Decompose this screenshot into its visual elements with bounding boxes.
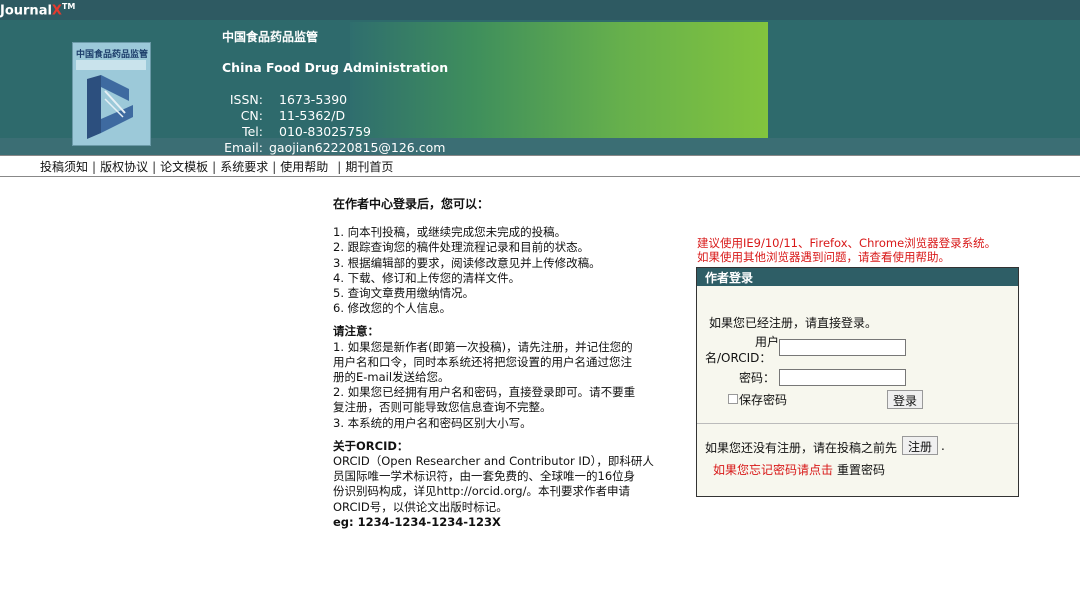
email-row: Email: gaojian62220815@126.com [224, 140, 446, 155]
orcid-title: 关于ORCID： [333, 438, 409, 453]
register-prompt: 如果您还没有注册，请在投稿之前先 [705, 441, 898, 455]
nav-separator: | [337, 160, 342, 174]
login-divider [697, 423, 1018, 424]
header-banner-gradient [350, 22, 768, 138]
nav-submission-guide[interactable]: 投稿须知 [40, 160, 88, 174]
notice-line: 复注册，否则可能导致您信息查询不完整。 [333, 400, 552, 415]
issn-row: ISSN: 1673-5390 [229, 92, 348, 107]
orcid-line: ORCID号，以供论文出版时标记。 [333, 499, 508, 514]
top-navigation: 投稿须知 | 版权协议 | 论文模板 | 系统要求 | 使用帮助 | 期刊首页 [0, 155, 1080, 177]
top-bar: JournalXTM [0, 0, 1080, 20]
orcid-example: eg: 1234-1234-1234-123X [333, 514, 501, 529]
nav-copyright-agreement[interactable]: 版权协议 [100, 160, 148, 174]
password-input[interactable] [779, 369, 906, 386]
author-center-info: 在作者中心登录后，您可以： 1. 向本刊投稿，或继续完成您未完成的投稿。 2. … [333, 197, 663, 538]
nav-paper-template[interactable]: 论文模板 [160, 160, 208, 174]
login-panel-title: 作者登录 [697, 268, 1018, 286]
username-label-2: 名/ORCID： [705, 351, 772, 365]
orcid-section: 关于ORCID： ORCID（Open Researcher and Contr… [333, 439, 663, 530]
list-item: 6. 修改您的个人信息。 [333, 301, 452, 316]
orcid-line: 员国际唯一学术标识符，由一套免费的、全球唯一的16位身 [333, 469, 636, 484]
password-label: 密码： [739, 371, 776, 385]
journal-title-cn: 中国食品药品监管 [222, 30, 319, 44]
forgot-password-text: 如果您忘记密码请点击 [713, 463, 834, 477]
register-suffix: . [941, 439, 945, 453]
browser-warning: 建议使用IE9/10/11、Firefox、Chrome浏览器登录系统。 如果使… [697, 236, 1019, 264]
nav-journal-home[interactable]: 期刊首页 [345, 160, 393, 174]
list-item: 4. 下载、修订和上传您的清样文件。 [333, 270, 521, 285]
nav-system-requirements[interactable]: 系统要求 [220, 160, 268, 174]
notice-line: 册的E-mail发送给您。 [333, 370, 450, 385]
notice-line: 3. 本系统的用户名和密码区别大小写。 [333, 415, 532, 430]
notice-line: 1. 如果您是新作者(即第一次投稿)，请先注册，并记住您的 [333, 339, 633, 354]
remember-password-label: 保存密码 [739, 393, 788, 407]
cover-band [76, 60, 146, 70]
username-label-1: 用户 [755, 335, 780, 349]
author-login-panel: 作者登录 如果您已经注册，请直接登录。 用户 名/ORCID： 密码： 保存密码… [696, 267, 1019, 497]
register-button[interactable]: 注册 [902, 436, 939, 455]
nav-separator: | [272, 160, 277, 174]
nav-separator: | [152, 160, 157, 174]
header-bottom-strip [0, 138, 1080, 155]
login-button[interactable]: 登录 [887, 390, 924, 409]
browser-warning-line: 如果使用其他浏览器遇到问题，请查看使用帮助。 [697, 250, 950, 264]
nav-separator: | [92, 160, 97, 174]
journal-cover-image: 中国食品药品监管 [72, 42, 151, 146]
notice-line: 2. 如果您已经拥有用户名和密码，直接登录即可。请不要重 [333, 385, 636, 400]
list-item: 5. 查询文章费用缴纳情况。 [333, 286, 475, 301]
journal-title-en: China Food Drug Administration [222, 60, 449, 75]
journalx-logo: JournalXTM [0, 2, 76, 19]
remember-password-checkbox[interactable] [728, 394, 738, 404]
browser-warning-line: 建议使用IE9/10/11、Firefox、Chrome浏览器登录系统。 [697, 236, 997, 250]
notice-line: 用户名和口令，同时本系统还将把您设置的用户名通过您注 [333, 354, 632, 369]
notice-section: 请注意： 1. 如果您是新作者(即第一次投稿)，请先注册，并记住您的 用户名和口… [333, 324, 663, 430]
notice-title: 请注意： [333, 324, 379, 339]
nav-help[interactable]: 使用帮助 [280, 160, 328, 174]
tel-row: Tel: 010-83025759 [242, 124, 371, 139]
list-item: 3. 根据编辑部的要求，阅读修改意见并上传修改稿。 [333, 255, 601, 270]
list-item: 1. 向本刊投稿，或继续完成您未完成的投稿。 [333, 225, 567, 240]
list-item: 2. 跟踪查询您的稿件处理流程记录和目前的状态。 [333, 240, 590, 255]
feature-list: 1. 向本刊投稿，或继续完成您未完成的投稿。 2. 跟踪查询您的稿件处理流程记录… [333, 225, 663, 316]
orcid-line: 份识别码构成，详见http://orcid.org/。本刊要求作者申请 [333, 484, 630, 499]
orcid-line: ORCID（Open Researcher and Contributor ID… [333, 454, 654, 469]
login-intro: 如果您已经注册，请直接登录。 [709, 316, 878, 330]
username-input[interactable] [779, 339, 906, 356]
reset-password-link[interactable]: 重置密码 [837, 461, 885, 478]
info-heading: 在作者中心登录后，您可以： [333, 197, 490, 211]
cover-title: 中国食品药品监管 [76, 50, 149, 60]
cover-structure-graphic [87, 75, 133, 139]
cn-row: CN: 11-5362/D [240, 108, 346, 123]
journal-header: 中国食品药品监管 中国食品药品监管 China Food Drug Admini… [0, 20, 1080, 155]
nav-separator: | [212, 160, 217, 174]
